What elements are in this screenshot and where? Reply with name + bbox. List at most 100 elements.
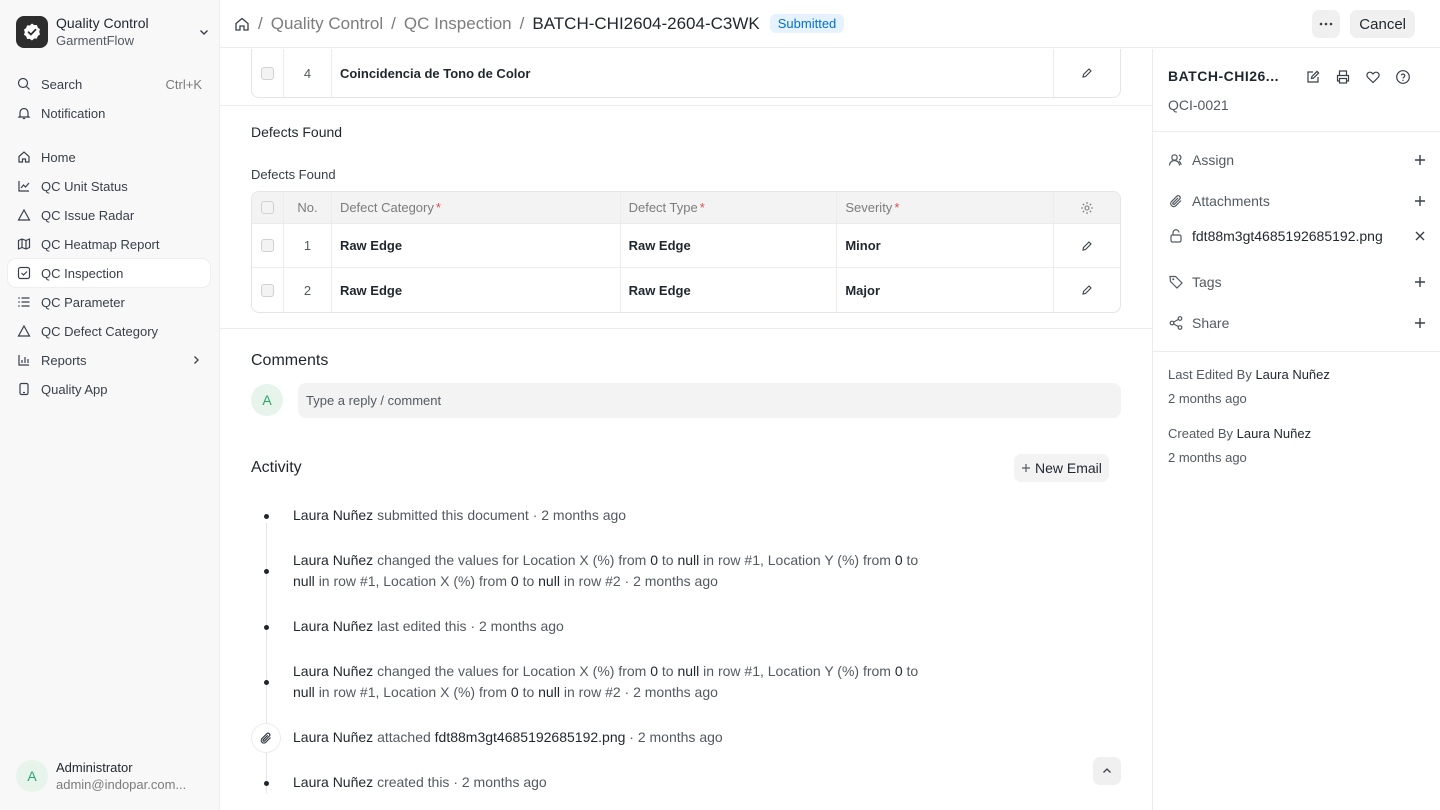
sidebar-item-label: QC Issue Radar xyxy=(41,207,135,223)
required-marker: * xyxy=(699,200,705,215)
row-checkbox[interactable] xyxy=(260,239,274,252)
activity-user[interactable]: Laura Nuñez xyxy=(293,729,373,745)
defects-table: No. Defect Category * Defect Type * Severi… xyxy=(251,191,1121,313)
new-email-button[interactable]: New Email xyxy=(1014,454,1109,482)
row-checkbox[interactable] xyxy=(260,283,274,297)
share-row: Share xyxy=(1168,311,1428,335)
document-sidebar: BATCH-CHI26... QCI-0021 Assign Attachmen… xyxy=(1153,49,1440,810)
sidebar-item-qc-issue-radar[interactable]: QC Issue Radar xyxy=(8,201,210,229)
activity-item: Laura Nuñez created this · 2 months ago xyxy=(293,772,993,793)
attachment-link[interactable]: fdt88m3gt4685192685192.png xyxy=(435,729,626,745)
sidebar-item-qc-parameter[interactable]: QC Parameter xyxy=(8,288,210,316)
list-icon xyxy=(16,294,32,310)
bell-icon xyxy=(16,105,32,121)
defect-category-cell[interactable]: Raw Edge xyxy=(332,224,621,267)
table-row[interactable]: 4 Coincidencia de Tono de Color xyxy=(252,49,1120,97)
activity-user[interactable]: Laura Nuñez xyxy=(293,552,373,568)
activity-value: null xyxy=(538,684,560,700)
add-assignee-button[interactable] xyxy=(1412,152,1428,168)
print-icon[interactable] xyxy=(1334,68,1352,86)
user-menu[interactable]: A Administrator admin@indopar.com... xyxy=(16,758,212,794)
severity-cell[interactable]: Minor xyxy=(837,224,1055,267)
sidebar-item-qc-defect-category[interactable]: QC Defect Category xyxy=(8,317,210,345)
activity-text: submitted this document xyxy=(377,507,529,523)
ellipsis-icon xyxy=(1319,22,1333,26)
sidebar-item-qc-inspection[interactable]: QC Inspection xyxy=(8,259,210,287)
sidebar-search-label: Search xyxy=(41,76,83,92)
page-title: BATCH-CHI2604-2604-C3WK xyxy=(532,13,760,33)
sidebar-item-quality-app[interactable]: Quality App xyxy=(8,375,210,403)
scroll-to-top-button[interactable] xyxy=(1093,757,1121,785)
activity-text: changed the values for Location X (%) fr… xyxy=(377,663,647,679)
created-label: Created By xyxy=(1168,426,1234,441)
cancel-button[interactable]: Cancel xyxy=(1350,10,1415,38)
app-switcher[interactable]: Quality Control GarmentFlow xyxy=(16,14,212,50)
created-user[interactable]: Laura Nuñez xyxy=(1237,426,1311,441)
activity-value: null xyxy=(538,573,560,589)
chevron-down-icon xyxy=(196,24,212,40)
last-edited-user[interactable]: Laura Nuñez xyxy=(1255,367,1329,382)
assign-label: Assign xyxy=(1192,152,1235,168)
col-header-type: Defect Type * xyxy=(621,192,838,223)
select-all-checkbox[interactable] xyxy=(260,201,274,214)
activity-time: · 2 months ago xyxy=(624,573,718,589)
remove-attachment-button[interactable] xyxy=(1412,228,1428,244)
add-tag-button[interactable] xyxy=(1412,274,1428,290)
table-header: No. Defect Category * Defect Type * Severi… xyxy=(252,192,1120,224)
activity-text: created this xyxy=(377,774,450,790)
defect-type-cell[interactable]: Raw Edge xyxy=(621,268,838,312)
attachment-item[interactable]: fdt88m3gt4685192685192.png xyxy=(1168,224,1428,248)
activity-time: · 2 months ago xyxy=(470,618,564,634)
activity-text: to xyxy=(661,663,674,679)
share-label: Share xyxy=(1192,315,1230,331)
edit-row-button[interactable] xyxy=(1054,224,1120,267)
activity-value: 0 xyxy=(650,663,659,679)
home-icon[interactable] xyxy=(234,16,250,32)
activity-item: Laura Nuñez changed the values for Locat… xyxy=(293,661,993,703)
severity-cell[interactable]: Major xyxy=(837,268,1055,312)
add-share-button[interactable] xyxy=(1412,315,1428,331)
activity-user[interactable]: Laura Nuñez xyxy=(293,507,373,523)
home-icon xyxy=(16,149,32,165)
heart-icon[interactable] xyxy=(1364,68,1382,86)
breadcrumb: / Quality Control / QC Inspection / BATC… xyxy=(234,13,845,34)
activity-text: to xyxy=(661,552,674,568)
breadcrumb-quality-control[interactable]: Quality Control xyxy=(271,14,383,34)
activity-text: in row #1, Location Y (%) from xyxy=(703,663,891,679)
row-checkbox[interactable] xyxy=(260,66,274,80)
attachment-filename[interactable]: fdt88m3gt4685192685192.png xyxy=(1192,228,1412,244)
sidebar-item-reports[interactable]: Reports xyxy=(8,346,210,374)
sidebar-notification[interactable]: Notification xyxy=(8,99,210,127)
comment-input[interactable]: Type a reply / comment xyxy=(298,383,1121,418)
table-row[interactable]: 2 Raw Edge Raw Edge Major xyxy=(252,268,1120,312)
sidebar-item-qc-unit-status[interactable]: QC Unit Status xyxy=(8,172,210,200)
activity-user[interactable]: Laura Nuñez xyxy=(293,663,373,679)
chevron-right-icon xyxy=(190,354,202,366)
table-row[interactable]: 1 Raw Edge Raw Edge Minor xyxy=(252,224,1120,268)
tags-label: Tags xyxy=(1192,274,1222,290)
attachments-row: Attachments xyxy=(1168,189,1428,213)
status-badge: Submitted xyxy=(769,14,845,33)
activity-user[interactable]: Laura Nuñez xyxy=(293,618,373,634)
col-header-severity: Severity * xyxy=(837,192,1055,223)
activity-value: 0 xyxy=(510,573,519,589)
search-shortcut: Ctrl+K xyxy=(165,76,202,92)
more-actions-button[interactable] xyxy=(1312,10,1341,38)
defect-category-cell[interactable]: Raw Edge xyxy=(332,268,621,312)
edit-icon[interactable] xyxy=(1304,68,1322,86)
activity-time: · 2 months ago xyxy=(629,729,723,745)
activity-user[interactable]: Laura Nuñez xyxy=(293,774,373,790)
add-attachment-button[interactable] xyxy=(1412,193,1428,209)
sidebar-item-qc-heatmap-report[interactable]: QC Heatmap Report xyxy=(8,230,210,258)
breadcrumb-qc-inspection[interactable]: QC Inspection xyxy=(404,14,512,34)
sidebar-utility: Search Ctrl+K Notification xyxy=(8,70,210,128)
column-settings-button[interactable] xyxy=(1054,192,1120,223)
help-icon[interactable] xyxy=(1394,68,1412,86)
sidebar-item-home[interactable]: Home xyxy=(8,143,210,171)
edit-row-button[interactable] xyxy=(1054,268,1120,312)
edit-row-button[interactable] xyxy=(1054,49,1120,97)
activity-text: last edited this xyxy=(377,618,467,634)
sidebar-search[interactable]: Search Ctrl+K xyxy=(8,70,210,98)
defect-type-cell[interactable]: Raw Edge xyxy=(621,224,838,267)
activity-item: Laura Nuñez last edited this · 2 months … xyxy=(293,616,993,637)
